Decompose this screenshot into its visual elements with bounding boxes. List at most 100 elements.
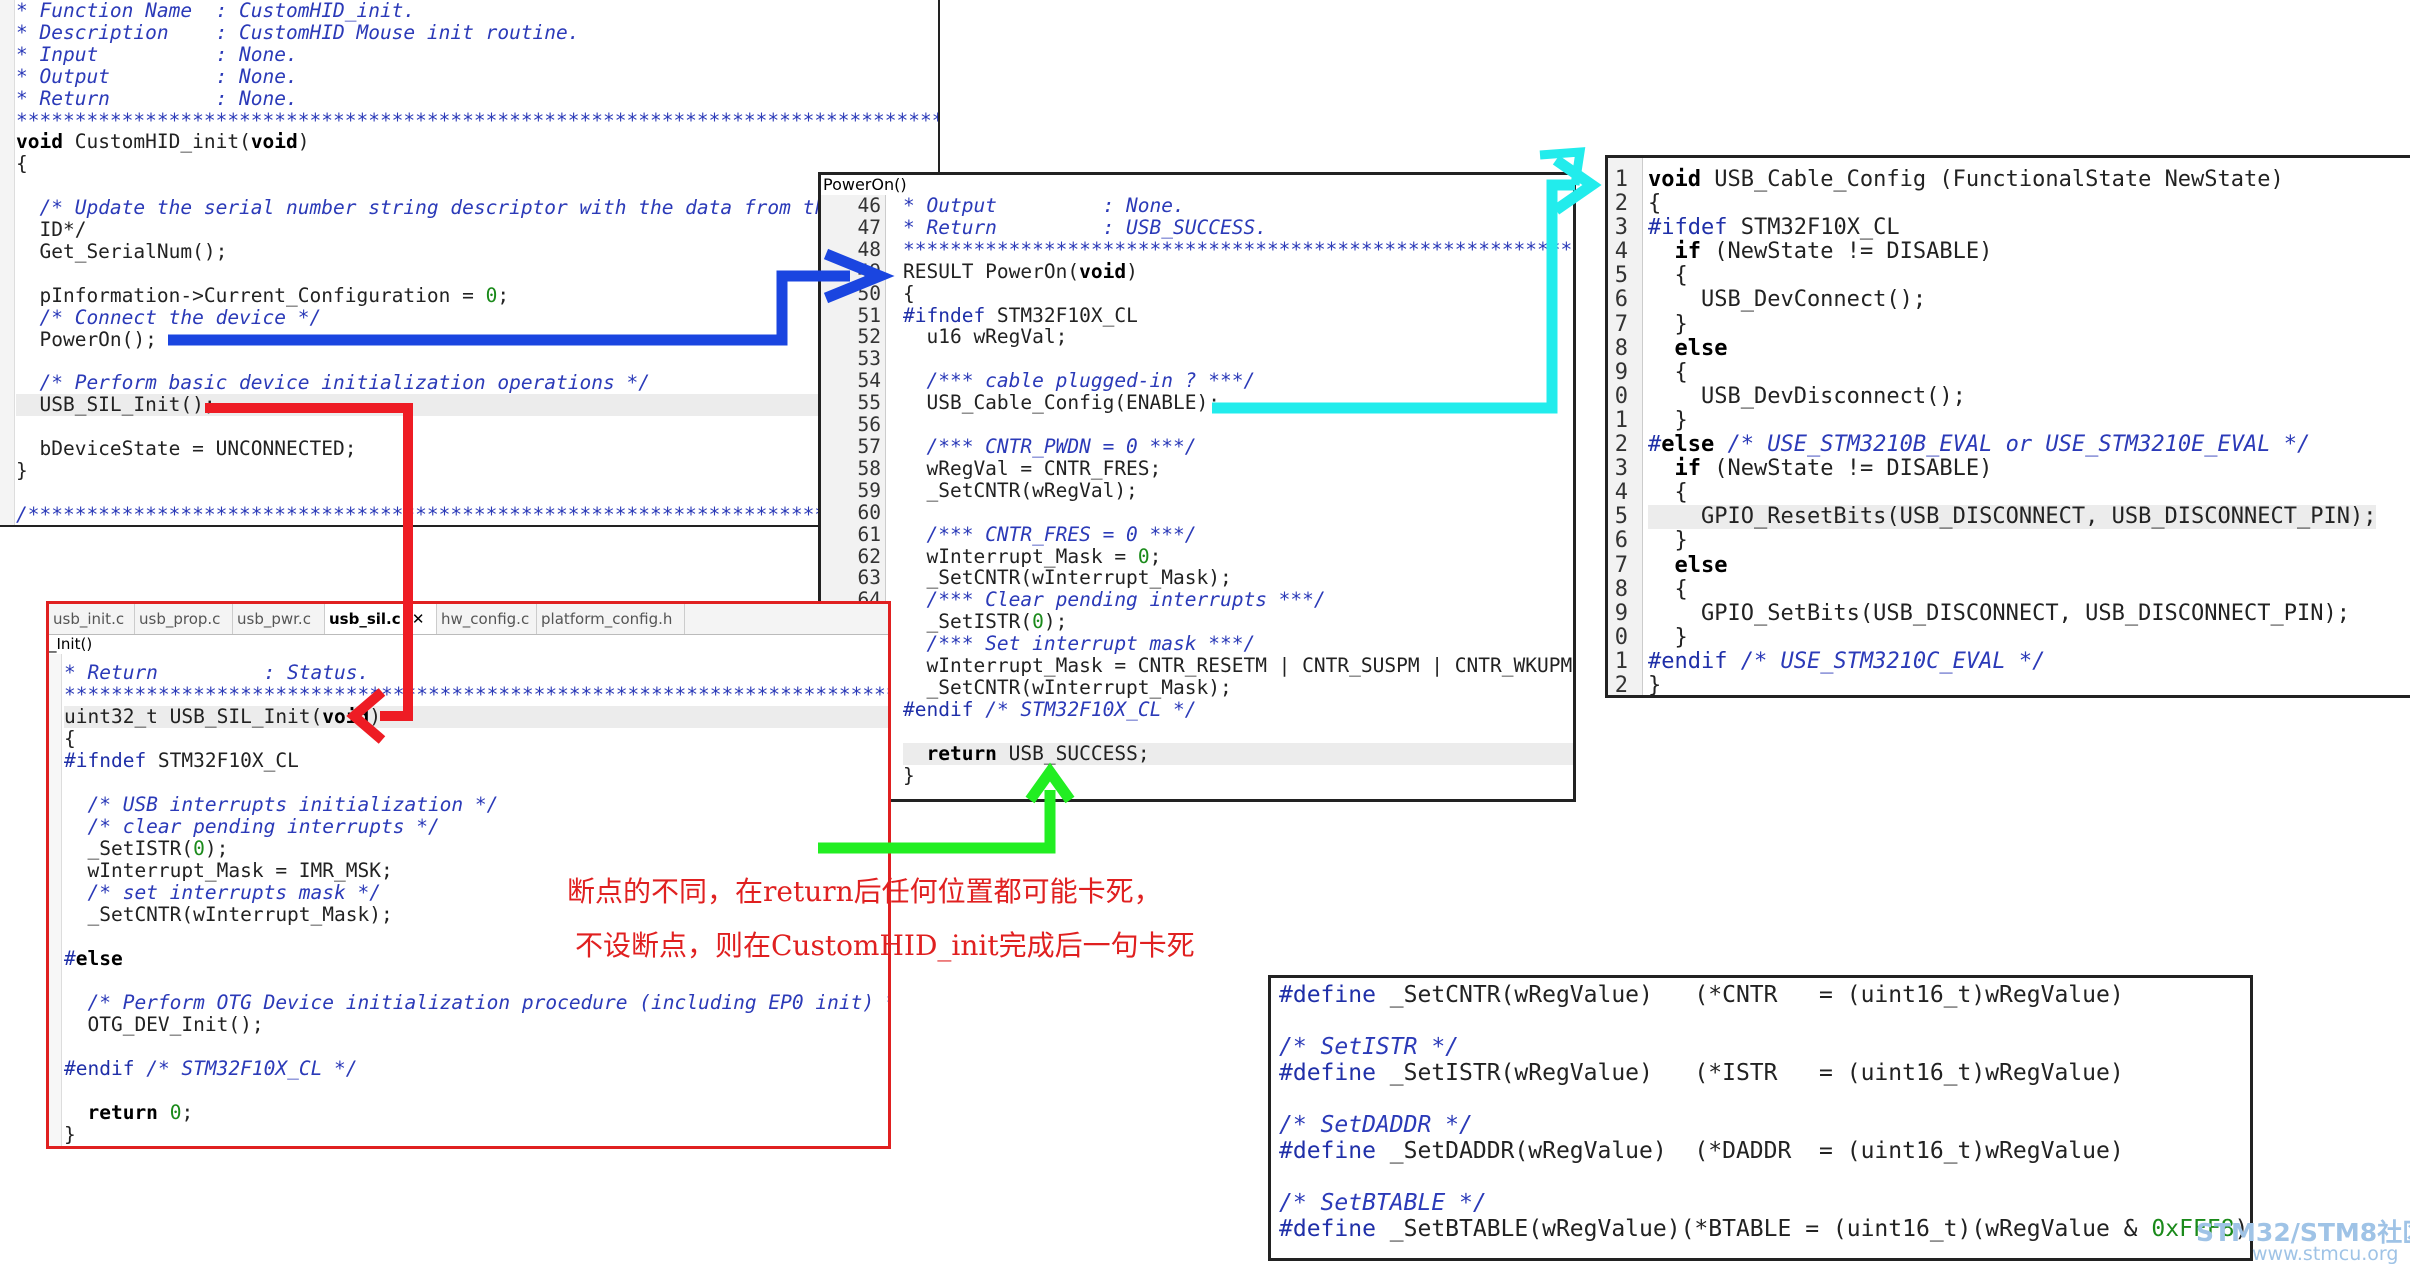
tab-usb-init[interactable]: usb_init.c xyxy=(49,604,135,634)
code-line[interactable]: _SetISTR(0); xyxy=(64,838,888,860)
code-line[interactable]: } xyxy=(1648,625,2376,650)
code-line[interactable]: * Return : None. xyxy=(16,87,938,110)
code-line[interactable]: } xyxy=(64,1124,888,1146)
code-line[interactable]: * Return : Status. xyxy=(64,662,888,684)
code-line[interactable]: return 0; xyxy=(64,1102,888,1124)
code-line[interactable]: #endif /* STM32F10X_CL */ xyxy=(64,1058,888,1080)
code-line[interactable]: ****************************************… xyxy=(16,109,938,132)
tab-platform-config[interactable]: platform_config.h xyxy=(537,604,685,634)
code-line[interactable]: ​ xyxy=(903,414,1573,436)
code-line[interactable]: } xyxy=(16,460,938,482)
code-line[interactable]: GPIO_ResetBits(USB_DISCONNECT, USB_DISCO… xyxy=(1648,505,2377,530)
code-line[interactable]: } xyxy=(903,764,1573,787)
code-line[interactable]: ​ xyxy=(1279,1008,2250,1034)
code-line[interactable]: ​ xyxy=(16,482,938,504)
code-line[interactable]: uint32_t USB_SIL_Init(void) xyxy=(64,706,888,728)
code-line[interactable]: #define _SetCNTR(wRegValue) (*CNTR = (ui… xyxy=(1279,982,2250,1008)
cable-code[interactable]: void USB_Cable_Config (FunctionalState N… xyxy=(1648,167,2377,695)
code-line[interactable]: wInterrupt_Mask = 0; xyxy=(903,545,1573,568)
code-line[interactable]: USB_DevConnect(); xyxy=(1648,288,2376,312)
code-line[interactable]: GPIO_SetBits(USB_DISCONNECT, USB_DISCONN… xyxy=(1648,601,2376,626)
code-line[interactable]: USB_SIL_Init(); xyxy=(16,394,938,417)
code-line[interactable]: _SetISTR(0); xyxy=(903,611,1573,633)
code-line[interactable]: { xyxy=(64,728,888,750)
code-line[interactable]: ID*/ xyxy=(16,219,938,241)
code-line[interactable]: { xyxy=(16,153,938,175)
code-line[interactable]: ****************************************… xyxy=(903,238,1573,261)
code-line[interactable]: { xyxy=(1648,360,2376,385)
code-line[interactable]: ​ xyxy=(16,416,938,438)
code-line[interactable]: /* Perform basic device initialization o… xyxy=(16,372,938,394)
code-line[interactable]: /***************************************… xyxy=(16,503,938,525)
close-tab-icon[interactable]: ✕ xyxy=(412,610,425,628)
code-line[interactable]: #ifndef STM32F10X_CL xyxy=(64,750,888,772)
code-line[interactable]: wInterrupt_Mask = CNTR_RESETM | CNTR_SUS… xyxy=(903,655,1573,677)
code-line[interactable]: #define _SetDADDR(wRegValue) (*DADDR = (… xyxy=(1279,1138,2250,1164)
code-line[interactable]: bDeviceState = UNCONNECTED; xyxy=(16,438,938,460)
code-line[interactable]: /*** Set interrupt mask ***/ xyxy=(903,633,1573,655)
customhid-code[interactable]: * Function Name : CustomHID_init. * Descr… xyxy=(16,0,938,525)
code-line[interactable]: /* SetDADDR */ xyxy=(1279,1112,2250,1138)
code-line[interactable]: u16 wRegVal; xyxy=(903,326,1573,348)
code-line[interactable]: * Output : None. xyxy=(903,195,1573,217)
code-line[interactable]: #endif /* STM32F10X_CL */ xyxy=(903,698,1573,721)
code-line[interactable]: * Description : CustomHID Mouse init rou… xyxy=(16,21,938,44)
code-line[interactable]: void CustomHID_init(void) xyxy=(16,131,938,153)
code-line[interactable]: ​ xyxy=(903,502,1573,524)
code-line[interactable]: _SetCNTR(wInterrupt_Mask); xyxy=(903,677,1573,699)
code-line[interactable]: RESULT PowerOn(void) xyxy=(903,260,1573,283)
code-line[interactable]: } xyxy=(1648,312,2376,337)
code-line[interactable]: ​ xyxy=(1279,1086,2250,1112)
code-line[interactable]: /* SetISTR */ xyxy=(1279,1034,2250,1060)
code-line[interactable]: #ifdef STM32F10X_CL xyxy=(1648,216,2376,240)
code-line[interactable]: ​ xyxy=(903,721,1573,743)
code-line[interactable]: /* clear pending interrupts */ xyxy=(64,816,888,838)
code-line[interactable]: * Return : USB_SUCCESS. xyxy=(903,216,1573,239)
code-line[interactable]: #endif /* USE_STM3210C_EVAL */ xyxy=(1648,649,2376,674)
code-line[interactable]: ​ xyxy=(16,351,938,373)
code-line[interactable]: ​ xyxy=(903,348,1573,370)
code-line[interactable]: { xyxy=(1648,481,2376,505)
code-line[interactable]: _SetCNTR(wRegVal); xyxy=(903,479,1573,502)
code-line[interactable]: _SetCNTR(wInterrupt_Mask); xyxy=(903,567,1573,589)
code-line[interactable]: OTG_DEV_Init(); xyxy=(64,1014,888,1036)
code-line[interactable]: /* Perform OTG Device initialization pro… xyxy=(64,992,888,1014)
code-line[interactable]: ****************************************… xyxy=(64,684,888,706)
code-line[interactable]: #define _SetISTR(wRegValue) (*ISTR = (ui… xyxy=(1279,1060,2250,1086)
code-line[interactable]: if (NewState != DISABLE) xyxy=(1648,240,2376,264)
code-line[interactable]: { xyxy=(903,282,1573,305)
code-line[interactable]: #define _SetBTABLE(wRegValue)(*BTABLE = … xyxy=(1279,1216,2250,1242)
code-line[interactable]: * Input : None. xyxy=(16,43,938,66)
code-line[interactable]: { xyxy=(1648,264,2376,288)
code-line[interactable]: /*** Clear pending interrupts ***/ xyxy=(903,589,1573,611)
tab-usb-pwr[interactable]: usb_pwr.c xyxy=(233,604,325,634)
tab-hw-config[interactable]: hw_config.c xyxy=(437,604,537,634)
code-line[interactable]: if (NewState != DISABLE) xyxy=(1648,457,2376,481)
code-line[interactable]: ​ xyxy=(16,263,938,285)
code-line[interactable]: #else /* USE_STM3210B_EVAL or USE_STM321… xyxy=(1648,432,2376,457)
code-line[interactable]: void USB_Cable_Config (FunctionalState N… xyxy=(1648,167,2376,192)
code-line[interactable]: } xyxy=(1648,529,2376,553)
code-line[interactable]: ​ xyxy=(64,970,888,992)
code-line[interactable]: ​ xyxy=(64,772,888,794)
code-line[interactable]: * Function Name : CustomHID_init. xyxy=(16,0,938,22)
tab-usb-prop[interactable]: usb_prop.c xyxy=(135,604,233,634)
code-line[interactable]: /* SetBTABLE */ xyxy=(1279,1190,2250,1216)
code-line[interactable]: { xyxy=(1648,191,2376,216)
code-line[interactable]: * Output : None. xyxy=(16,65,938,88)
code-line[interactable]: #ifndef STM32F10X_CL xyxy=(903,304,1573,327)
code-line[interactable]: } xyxy=(1648,673,2376,695)
code-line[interactable]: return USB_SUCCESS; xyxy=(903,742,1573,765)
code-line[interactable]: /* Connect the device */ xyxy=(16,306,938,329)
code-line[interactable]: ​ xyxy=(64,1036,888,1058)
code-line[interactable]: pInformation->Current_Configuration = 0; xyxy=(16,284,938,307)
code-line[interactable]: USB_DevDisconnect(); xyxy=(1648,384,2376,409)
code-line[interactable]: /* USB interrupts initialization */ xyxy=(64,794,888,816)
code-line[interactable]: /*** CNTR_PWDN = 0 ***/ xyxy=(903,436,1573,458)
code-line[interactable]: else xyxy=(1648,553,2376,578)
code-line[interactable]: Get_SerialNum(); xyxy=(16,241,938,263)
code-line[interactable]: /* Update the serial number string descr… xyxy=(16,197,938,219)
code-line[interactable]: { xyxy=(1648,577,2376,602)
code-line[interactable]: else xyxy=(1648,336,2376,361)
defines-code[interactable]: #define _SetCNTR(wRegValue) (*CNTR = (ui… xyxy=(1279,982,2250,1242)
